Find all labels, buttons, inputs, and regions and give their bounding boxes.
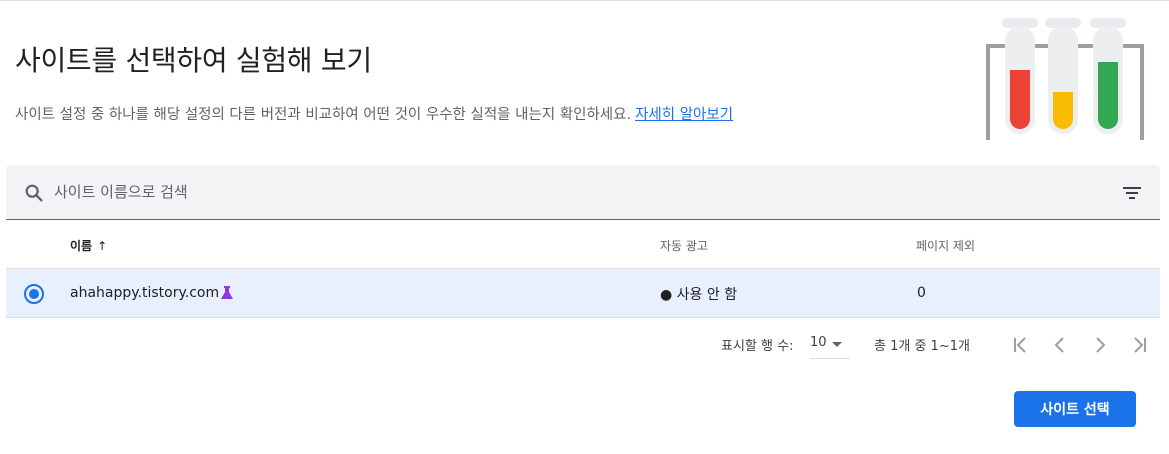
table-header: 이름 ↑ 자동 광고 페이지 제외 bbox=[6, 221, 1160, 269]
filter-icon[interactable] bbox=[1120, 181, 1144, 205]
caret-down-icon bbox=[832, 342, 842, 347]
learn-more-link[interactable]: 자세히 알아보기 bbox=[635, 107, 733, 123]
column-header-auto-ads[interactable]: 자동 광고 bbox=[660, 237, 708, 254]
select-site-button[interactable]: 사이트 선택 bbox=[1014, 391, 1136, 427]
search-input[interactable] bbox=[54, 179, 1054, 205]
last-page-icon[interactable] bbox=[1128, 333, 1152, 357]
description-text: 사이트 설정 중 하나를 해당 설정의 다른 버전과 비교하여 어떤 것이 우수… bbox=[15, 107, 632, 123]
table-row[interactable]: ahahappy.tistory.com ● 사용 안 함 0 bbox=[6, 269, 1160, 318]
experiment-site-picker: 사이트를 선택하여 실험해 보기 사이트 설정 중 하나를 해당 설정의 다른 … bbox=[0, 0, 1169, 454]
chevron-left-icon[interactable] bbox=[1048, 333, 1072, 357]
chevron-right-icon[interactable] bbox=[1088, 333, 1112, 357]
pagination: 표시할 행 수: 10 총 1개 중 1~1개 bbox=[0, 333, 1169, 361]
search-bar bbox=[6, 165, 1160, 220]
page-description: 사이트 설정 중 하나를 해당 설정의 다른 버전과 비교하여 어떤 것이 우수… bbox=[15, 103, 733, 124]
page-title: 사이트를 선택하여 실험해 보기 bbox=[15, 44, 372, 77]
excluded-pages-value: 0 bbox=[917, 285, 926, 301]
column-header-excluded-pages[interactable]: 페이지 제외 bbox=[916, 237, 975, 254]
rows-per-page-label: 표시할 행 수: bbox=[721, 339, 794, 354]
test-tubes-illustration bbox=[986, 18, 1144, 140]
test-tube-red bbox=[1002, 18, 1038, 134]
search-icon bbox=[25, 184, 43, 202]
sort-arrow-icon: ↑ bbox=[97, 239, 108, 253]
test-tube-yellow bbox=[1045, 18, 1081, 134]
site-name: ahahappy.tistory.com bbox=[70, 285, 220, 301]
site-radio-button[interactable] bbox=[24, 284, 44, 304]
top-divider bbox=[0, 0, 1169, 1]
flask-icon bbox=[221, 286, 233, 299]
column-header-name[interactable]: 이름 ↑ bbox=[70, 237, 107, 254]
first-page-icon[interactable] bbox=[1008, 333, 1032, 357]
rows-per-page-select[interactable]: 10 bbox=[810, 333, 850, 359]
test-tube-green bbox=[1090, 18, 1126, 134]
page-range-text: 총 1개 중 1~1개 bbox=[874, 339, 970, 354]
column-name-label: 이름 bbox=[70, 239, 93, 253]
auto-ads-status: ● 사용 안 함 bbox=[660, 287, 738, 303]
rows-per-page-value: 10 bbox=[810, 335, 827, 350]
